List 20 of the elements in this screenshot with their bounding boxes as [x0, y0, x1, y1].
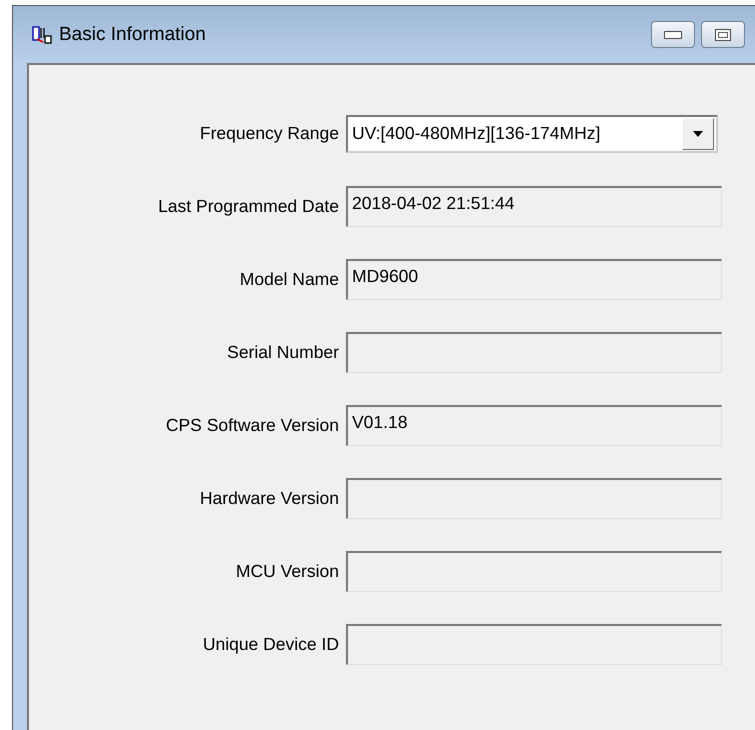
text-field[interactable]: V01.18	[346, 405, 722, 446]
minimize-button[interactable]	[651, 21, 695, 48]
text-field[interactable]: MD9600	[346, 259, 722, 300]
field-label: MCU Version	[234, 561, 339, 582]
text-field[interactable]	[346, 332, 722, 373]
document-icon	[31, 26, 53, 44]
field-label: Model Name	[238, 269, 339, 290]
window-title: Basic Information	[59, 24, 206, 46]
field-label: CPS Software Version	[164, 415, 339, 436]
text-field[interactable]	[346, 478, 722, 519]
text-field[interactable]	[346, 624, 722, 665]
text-field[interactable]: 2018-04-02 21:51:44	[346, 186, 722, 227]
frequency-dropdown[interactable]: UV:[400-480MHz][136-174MHz]	[346, 114, 718, 152]
field-label: Serial Number	[226, 342, 339, 363]
field-label: Frequency Range	[198, 123, 339, 144]
text-field[interactable]	[346, 551, 722, 592]
field-label: Hardware Version	[198, 488, 339, 509]
field-label: Unique Device ID	[202, 634, 339, 655]
field-label: Last Programmed Date	[157, 196, 339, 217]
maximize-button[interactable]	[701, 21, 745, 48]
